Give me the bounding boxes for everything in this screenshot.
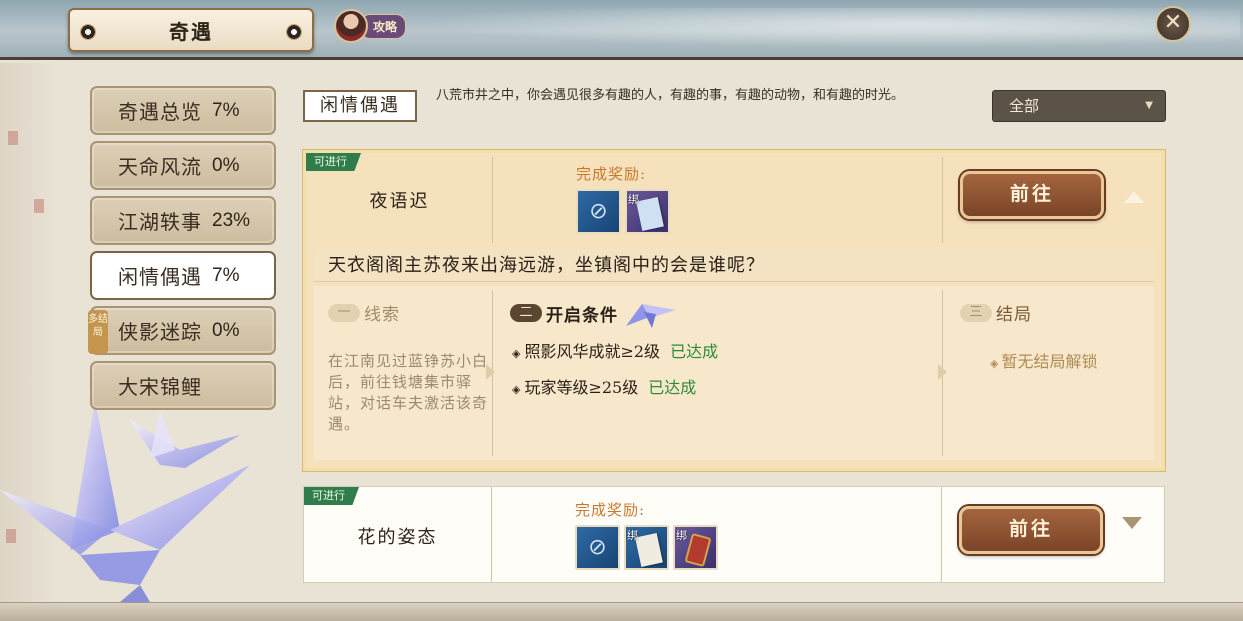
clue-title: 线索 bbox=[364, 305, 400, 325]
quest-card[interactable]: 可进行 花的姿态 完成奖励: ⊘ 绑 绑 前往 bbox=[303, 486, 1165, 583]
nav-item-anecdotes[interactable]: 江湖轶事 23% bbox=[90, 196, 276, 245]
seal-stamp-icon bbox=[34, 199, 44, 213]
close-button[interactable]: ✕ bbox=[1155, 6, 1191, 42]
quest-name: 夜语迟 bbox=[369, 191, 430, 212]
condition-header: 二 开启条件 bbox=[510, 298, 678, 328]
filter-value: 全部 bbox=[1009, 97, 1040, 115]
nav-item-overview[interactable]: 奇遇总览 7% bbox=[90, 86, 276, 135]
nav-item-label: 江湖轶事 bbox=[118, 210, 202, 234]
divider bbox=[942, 157, 943, 243]
quest-name: 花的姿态 bbox=[357, 527, 438, 548]
reward-title: 完成奖励: bbox=[575, 501, 646, 519]
clue-text: 在江南见过蓝铮苏小白后，前往钱塘集市驿站，对话车夫激活该奇遇。 bbox=[328, 352, 489, 433]
diamond-bullet-icon: ◈ bbox=[990, 357, 999, 370]
title-tab: 奇遇 bbox=[68, 8, 314, 52]
knot-icon bbox=[80, 24, 96, 40]
nav-item-leisure[interactable]: 闲情偶遇 7% bbox=[90, 251, 276, 300]
section-number: 二 bbox=[510, 304, 542, 322]
condition-row: ◈ 玩家等级≥25级 已达成 bbox=[512, 374, 696, 398]
nav-item-progress: 7% bbox=[212, 264, 240, 286]
bound-label: 绑 bbox=[628, 193, 639, 206]
arrow-right-icon bbox=[938, 364, 947, 380]
go-button[interactable]: 前往 bbox=[960, 171, 1104, 219]
reward-title: 完成奖励: bbox=[576, 165, 647, 183]
section-number: 三 bbox=[960, 303, 992, 322]
guide-button[interactable]: 攻略 bbox=[334, 9, 412, 43]
reward-items: ⊘ 绑 bbox=[576, 189, 670, 234]
top-bar: 奇遇 攻略 ✕ bbox=[0, 0, 1243, 60]
nav-item-progress: 7% bbox=[212, 99, 240, 121]
go-button[interactable]: 前往 bbox=[959, 506, 1103, 554]
ending-status-text: 暂无结局解锁 bbox=[1001, 352, 1098, 371]
ending-header: 三 结局 bbox=[960, 300, 1032, 325]
quest-story: 天衣阁阁主苏夜来出海远游，坐镇阁中的会是谁呢？ bbox=[314, 249, 1154, 282]
multi-ending-badge: 多结局 bbox=[88, 310, 108, 354]
paper-crane-icon bbox=[626, 304, 676, 328]
reward-item[interactable]: ⊘ bbox=[575, 525, 620, 570]
nav-item-destiny[interactable]: 天命风流 0% bbox=[90, 141, 276, 190]
nav-item-label: 奇遇总览 bbox=[118, 100, 202, 124]
ending-title: 结局 bbox=[996, 305, 1032, 325]
nav-item-progress: 0% bbox=[212, 319, 240, 341]
feather-token-icon: ⊘ bbox=[588, 535, 607, 560]
quest-detail-panel: 一 线索 在江南见过蓝铮苏小白后，前往钱塘集市驿站，对话车夫激活该奇遇。 二 开… bbox=[314, 286, 1154, 460]
nav-item-koi[interactable]: 大宋锦鲤 bbox=[90, 361, 276, 410]
category-label: 闲情偶遇 bbox=[303, 90, 417, 122]
bound-label: 绑 bbox=[676, 529, 687, 542]
guide-avatar-icon bbox=[334, 9, 368, 43]
reward-item[interactable]: ⊘ bbox=[576, 189, 621, 234]
clue-header: 一 线索 bbox=[328, 300, 400, 325]
condition-text: 玩家等级≥25级 bbox=[524, 378, 639, 397]
reward-item[interactable]: 绑 bbox=[625, 189, 670, 234]
letter-icon bbox=[635, 533, 663, 567]
nav-item-label: 大宋锦鲤 bbox=[118, 375, 202, 399]
nav-item-mystery[interactable]: 多结局 侠影迷踪 0% bbox=[88, 306, 276, 355]
nav-item-label: 侠影迷踪 bbox=[118, 320, 202, 344]
ending-status: ◈ 暂无结局解锁 bbox=[990, 348, 1097, 372]
divider bbox=[492, 157, 493, 243]
reward-items: ⊘ 绑 绑 bbox=[575, 525, 718, 570]
nav-item-label: 天命风流 bbox=[118, 155, 202, 179]
condition-text: 照影风华成就≥2级 bbox=[524, 342, 661, 361]
nav-item-progress: 23% bbox=[212, 209, 251, 231]
bound-label: 绑 bbox=[627, 529, 638, 542]
bottom-frame bbox=[0, 602, 1243, 621]
category-description: 八荒市井之中，你会遇见很多有趣的人，有趣的事，有趣的动物，和有趣的时光。 bbox=[436, 88, 905, 103]
filter-dropdown[interactable]: 全部 ▼ bbox=[992, 90, 1166, 122]
ink-landscape-decoration bbox=[420, 8, 1240, 48]
status-tag: 可进行 bbox=[306, 153, 361, 171]
feather-token-icon: ⊘ bbox=[589, 199, 608, 224]
knot-icon bbox=[286, 24, 302, 40]
condition-state: 已达成 bbox=[670, 342, 719, 361]
status-tag: 可进行 bbox=[304, 487, 359, 505]
category-nav: 奇遇总览 7% 天命风流 0% 江湖轶事 23% 闲情偶遇 7% 多结局 侠影迷… bbox=[88, 86, 276, 416]
nav-item-progress: 0% bbox=[212, 154, 240, 176]
quest-card[interactable]: 可进行 夜语迟 完成奖励: ⊘ 绑 前往 天衣阁阁主苏夜来出海远游，坐镇阁中的会… bbox=[303, 150, 1165, 471]
collapse-arrow-icon[interactable] bbox=[1124, 191, 1144, 203]
page-title: 奇遇 bbox=[169, 19, 213, 44]
condition-title: 开启条件 bbox=[546, 305, 618, 326]
scroll-icon bbox=[636, 197, 664, 231]
arrow-right-icon bbox=[486, 364, 495, 380]
caret-down-icon: ▼ bbox=[1145, 100, 1153, 111]
reward-item[interactable]: 绑 bbox=[624, 525, 669, 570]
lacquer-box-icon bbox=[684, 532, 712, 568]
nav-item-label: 闲情偶遇 bbox=[118, 265, 202, 289]
diamond-bullet-icon: ◈ bbox=[512, 347, 521, 360]
expand-arrow-icon[interactable] bbox=[1122, 517, 1142, 529]
condition-state: 已达成 bbox=[648, 378, 697, 397]
divider bbox=[491, 487, 492, 582]
condition-row: ◈ 照影风华成就≥2级 已达成 bbox=[512, 338, 718, 362]
section-number: 一 bbox=[328, 303, 360, 322]
seal-stamp-icon bbox=[8, 131, 18, 145]
reward-item[interactable]: 绑 bbox=[673, 525, 718, 570]
diamond-bullet-icon: ◈ bbox=[512, 383, 521, 396]
divider bbox=[941, 487, 942, 582]
